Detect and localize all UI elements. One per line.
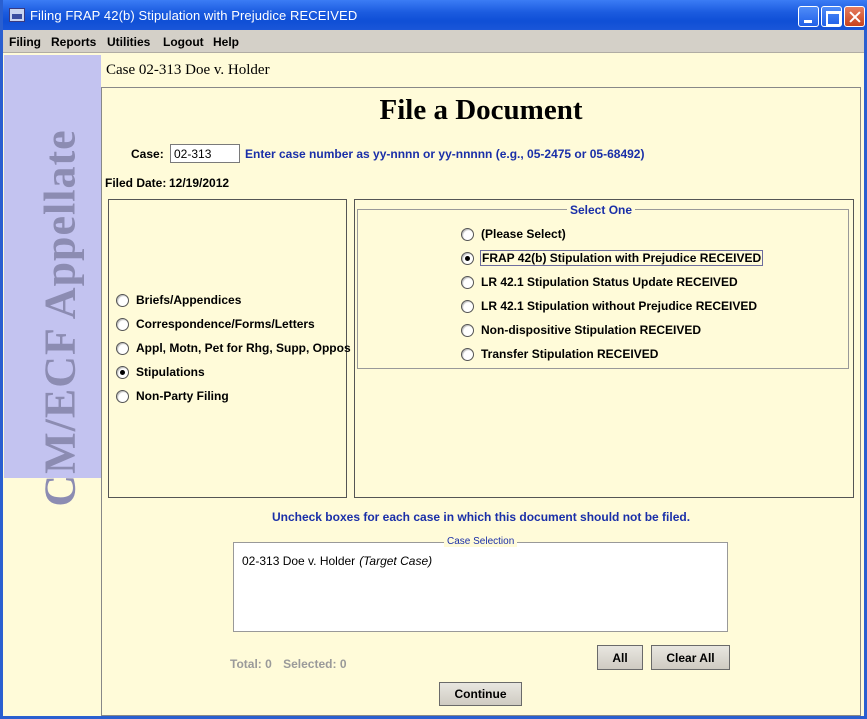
event-option[interactable]: FRAP 42(b) Stipulation with Prejudice RE…: [461, 250, 764, 266]
category-option[interactable]: Appl, Motn, Pet for Rhg, Supp, Oppos: [116, 340, 352, 356]
event-label: FRAP 42(b) Stipulation with Prejudice RE…: [480, 250, 764, 266]
radio-button[interactable]: [116, 389, 129, 403]
case-number-input[interactable]: [170, 144, 240, 163]
selection-totals: Total: 0 Selected: 0: [230, 657, 355, 671]
event-option[interactable]: Transfer Stipulation RECEIVED: [461, 346, 659, 362]
close-button[interactable]: [844, 6, 865, 27]
event-label: Non-dispositive Stipulation RECEIVED: [481, 323, 702, 337]
case-selection-legend: Case Selection: [444, 536, 518, 547]
radio-button[interactable]: [116, 317, 129, 331]
category-label: Non-Party Filing: [136, 389, 229, 403]
menu-logout[interactable]: Logout: [163, 35, 204, 49]
event-label: (Please Select): [481, 227, 566, 241]
case-selection-note: (Target Case): [359, 554, 433, 568]
event-label: LR 42.1 Stipulation without Prejudice RE…: [481, 299, 758, 313]
radio-button[interactable]: [461, 299, 474, 313]
menu-help[interactable]: Help: [213, 35, 239, 49]
radio-button[interactable]: [461, 251, 474, 265]
radio-button[interactable]: [461, 323, 474, 337]
maximize-button[interactable]: [821, 6, 842, 27]
menu-utilities[interactable]: Utilities: [107, 35, 150, 49]
radio-button[interactable]: [116, 365, 129, 379]
radio-button[interactable]: [116, 341, 129, 355]
minimize-button[interactable]: [798, 6, 819, 27]
case-label: Case:: [131, 147, 164, 161]
continue-button[interactable]: Continue: [439, 682, 522, 706]
category-label: Correspondence/Forms/Letters: [136, 317, 315, 331]
event-label: Transfer Stipulation RECEIVED: [481, 347, 659, 361]
filed-date-value: 12/19/2012: [169, 176, 230, 190]
category-option[interactable]: Correspondence/Forms/Letters: [116, 316, 316, 332]
select-all-button[interactable]: All: [597, 645, 643, 670]
select-one-legend: Select One: [567, 203, 636, 217]
sidebar-logo: CM/ECF Appellate: [4, 55, 101, 507]
total-count: Total: 0: [230, 657, 272, 671]
title-bar[interactable]: Filing FRAP 42(b) Stipulation with Preju…: [3, 0, 867, 30]
category-option[interactable]: Stipulations: [116, 364, 206, 380]
case-selection-case: 02-313 Doe v. Holder: [242, 554, 356, 568]
filed-date-label: Filed Date:: [105, 176, 167, 190]
case-header: Case 02-313 Doe v. Holder: [106, 62, 270, 78]
clear-all-button[interactable]: Clear All: [651, 645, 730, 670]
event-option[interactable]: (Please Select): [461, 226, 567, 242]
radio-button[interactable]: [461, 227, 474, 241]
event-option[interactable]: Non-dispositive Stipulation RECEIVED: [461, 322, 702, 338]
case-number-hint: Enter case number as yy-nnnn or yy-nnnnn…: [245, 147, 645, 161]
radio-button[interactable]: [461, 275, 474, 289]
category-label: Stipulations: [136, 365, 205, 379]
radio-button[interactable]: [116, 293, 129, 307]
app-icon: [9, 8, 25, 22]
menu-reports[interactable]: Reports: [51, 35, 96, 49]
window-title: Filing FRAP 42(b) Stipulation with Preju…: [30, 8, 358, 23]
logo-text: CM/ECF Appellate: [35, 129, 85, 507]
radio-button[interactable]: [461, 347, 474, 361]
category-label: Briefs/Appendices: [136, 293, 242, 307]
uncheck-instruction: Uncheck boxes for each case in which thi…: [271, 510, 691, 524]
case-selection-row[interactable]: 02-313 Doe v. Holder (Target Case): [242, 554, 432, 568]
category-option[interactable]: Non-Party Filing: [116, 388, 230, 404]
category-label: Appl, Motn, Pet for Rhg, Supp, Oppos: [136, 341, 351, 355]
selected-count: Selected: 0: [283, 657, 347, 671]
event-option[interactable]: LR 42.1 Stipulation without Prejudice RE…: [461, 298, 758, 314]
event-option[interactable]: LR 42.1 Stipulation Status Update RECEIV…: [461, 274, 739, 290]
page-title: File a Document: [379, 94, 583, 126]
category-option[interactable]: Briefs/Appendices: [116, 292, 242, 308]
menu-filing[interactable]: Filing: [9, 35, 41, 49]
event-label: LR 42.1 Stipulation Status Update RECEIV…: [481, 275, 738, 289]
menu-bar: Filing Reports Utilities Logout Help: [3, 30, 864, 53]
